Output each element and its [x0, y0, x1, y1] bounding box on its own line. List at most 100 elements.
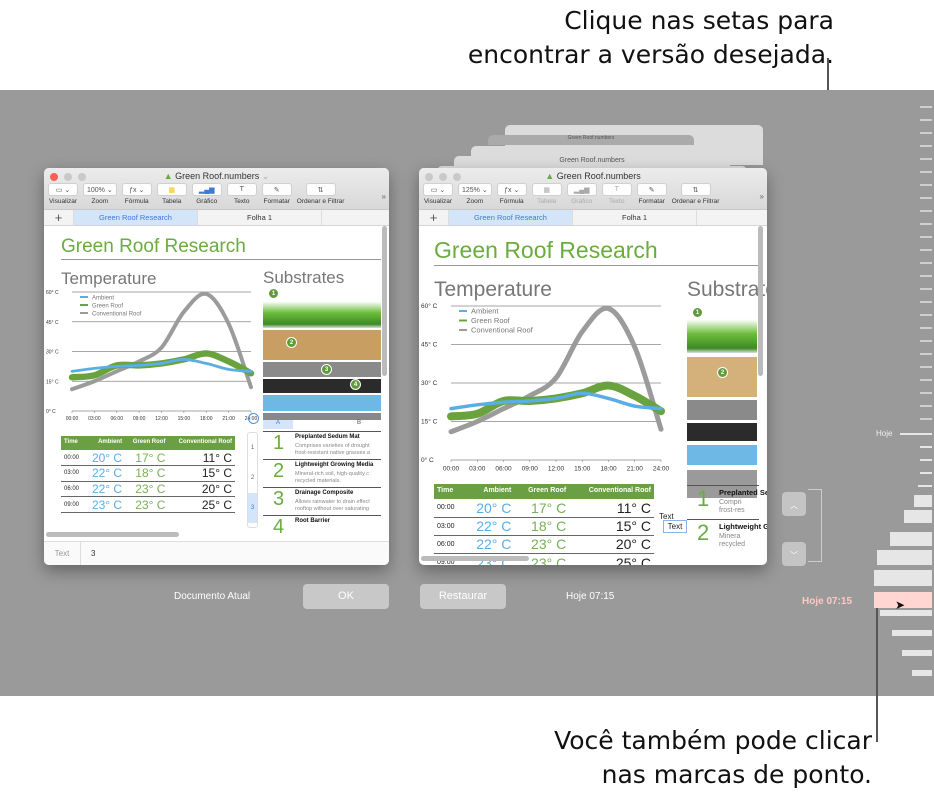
toolbar-overflow-icon[interactable]: »	[382, 192, 386, 201]
timeline-tick[interactable]	[920, 145, 932, 147]
row-number[interactable]: 1	[248, 433, 257, 463]
tab-green-roof-research[interactable]: Green Roof Research	[449, 210, 573, 225]
temperature-chart[interactable]: 0° C 15° C 30° C 45° C 60° C 00:00 03:00 06:00 0…	[419, 298, 669, 478]
column-header[interactable]: Ambient	[463, 484, 515, 499]
substrates-image[interactable]: 1 2	[687, 305, 757, 505]
substrate-row[interactable]: 2 Lightweight Growing MediaMinerarecycled	[687, 519, 767, 553]
timeline-tick[interactable]	[920, 249, 932, 251]
timeline-version-mark[interactable]	[912, 670, 932, 676]
timeline-tick[interactable]	[920, 132, 932, 134]
temperature-table[interactable]: Time Ambient Green Roof Conventional Roof 00…	[434, 484, 654, 565]
tab-folha-1[interactable]: Folha 1	[198, 210, 322, 225]
series-line-green-roof[interactable]	[447, 381, 665, 421]
timeline-tick[interactable]	[920, 340, 932, 342]
stacked-version-window[interactable]: Green Roof.numbers	[488, 135, 694, 145]
table-cell[interactable]: 20° C	[84, 450, 126, 467]
column-a[interactable]: A	[263, 420, 293, 429]
table-cell[interactable]: 20° C	[168, 481, 235, 498]
ok-button[interactable]: OK	[303, 584, 389, 609]
timeline-version-mark[interactable]	[902, 650, 932, 656]
column-header[interactable]: Time	[61, 436, 85, 450]
substrate-row[interactable]: 1 Preplanted Sedum MatComprifrost-res	[687, 485, 767, 519]
table-cell[interactable]: 25° C	[569, 553, 654, 565]
toolbar-overflow-icon[interactable]: »	[760, 192, 764, 201]
timeline-tick[interactable]	[920, 210, 932, 212]
timeline-tick[interactable]	[920, 223, 932, 225]
column-header[interactable]: Conventional Roof	[569, 484, 654, 499]
timeline-tick[interactable]	[920, 184, 932, 186]
column-header[interactable]: Green Roof	[514, 484, 570, 499]
toolbar-view-button[interactable]: ▭ ⌄ Visualizar	[48, 183, 78, 205]
sheet-canvas[interactable]: Green Roof Research Temperature Substrat…	[419, 226, 767, 565]
toolbar-view-button[interactable]: ▭ ⌄ Visualizar	[423, 183, 453, 205]
row-number[interactable]: 3	[248, 493, 257, 523]
table-cell[interactable]: 18° C	[125, 465, 169, 482]
column-header[interactable]: Green Roof	[125, 436, 169, 450]
timeline-tick[interactable]	[920, 418, 932, 420]
toolbar-zoom-button[interactable]: 125% ⌄ Zoom	[458, 183, 492, 205]
substrate-row[interactable]: 4 Root Barrier	[263, 515, 381, 541]
table-cell[interactable]: 22° C	[463, 535, 515, 555]
timeline-tick[interactable]	[920, 353, 932, 355]
toolbar-formula-button[interactable]: ƒx ⌄ Fórmula	[121, 183, 152, 205]
timeline-tick[interactable]	[920, 301, 932, 303]
timeline-tick[interactable]	[920, 197, 932, 199]
table-cell[interactable]: 15° C	[569, 517, 654, 536]
temperature-table[interactable]: Time Ambient Green Roof Conventional Roof 00…	[61, 436, 235, 513]
timeline-tick[interactable]	[920, 119, 932, 121]
tab-green-roof-research[interactable]: Green Roof Research	[74, 210, 198, 225]
timeline-tick[interactable]	[920, 366, 932, 368]
table-cell[interactable]: 20° C	[569, 535, 654, 555]
table-cell[interactable]: 22° C	[463, 517, 515, 536]
table-cell[interactable]: 17° C	[125, 450, 169, 467]
toolbar-sort-filter-button[interactable]: ⇅ Ordenar e Filtrar	[297, 183, 344, 205]
timeline-tick[interactable]	[920, 171, 932, 173]
table-cell[interactable]: 00:00	[61, 450, 85, 467]
timeline-version-mark[interactable]	[880, 610, 932, 616]
table-cell[interactable]: 17° C	[514, 499, 570, 518]
timeline-tick[interactable]	[920, 106, 932, 108]
toolbar-table-button[interactable]: ▦ Tabela	[156, 183, 187, 205]
chart-handle-icon[interactable]	[248, 413, 259, 424]
timeline-tick[interactable]	[920, 262, 932, 264]
timeline-tick[interactable]	[920, 379, 932, 381]
table-cell[interactable]: 06:00	[434, 535, 464, 555]
timeline-version-mark[interactable]	[892, 630, 932, 636]
substrate-row[interactable]: 3 Drainage Composite Allows rainwater to d…	[263, 487, 381, 515]
table-cell[interactable]: 23° C	[125, 481, 169, 498]
temperature-chart[interactable]: 0° C 15° C 30° C 45° C 60° C 00:00 03:00 06:00 0…	[44, 284, 259, 429]
toolbar-chart-button[interactable]: ▂▄▆ Gráfico	[191, 183, 222, 205]
table-cell[interactable]: 06:00	[61, 481, 85, 498]
timeline-version-mark[interactable]	[877, 550, 932, 565]
current-document-window[interactable]: ▲ Green Roof.numbers ⌄ ▭ ⌄ Visualizar 100%…	[44, 168, 389, 565]
row-number[interactable]: 2	[248, 463, 257, 493]
horizontal-scrollbar[interactable]	[421, 556, 529, 561]
timeline-tick[interactable]	[920, 158, 932, 160]
toolbar-format-button[interactable]: ✎ Formatar	[261, 183, 292, 205]
table-cell[interactable]: 18° C	[514, 517, 570, 536]
substrate-row[interactable]: 2 Lightweight Growing Media Mineral-rich s…	[263, 459, 381, 487]
table-cell[interactable]: 11° C	[168, 450, 235, 467]
add-sheet-button[interactable]: +	[419, 210, 449, 225]
table-cell[interactable]: 09:00	[61, 496, 85, 513]
cell-value[interactable]: 3	[81, 549, 95, 558]
timeline-tick[interactable]	[920, 405, 932, 407]
table-cell[interactable]: 23° C	[514, 535, 570, 555]
restore-button[interactable]: Restaurar	[420, 584, 506, 609]
timeline-today-tick[interactable]	[900, 433, 932, 435]
timeline-version-mark[interactable]	[890, 532, 932, 546]
column-b[interactable]: B	[293, 420, 381, 429]
table-cell[interactable]: 22° C	[84, 481, 126, 498]
timeline-tick[interactable]	[920, 314, 932, 316]
table-cell[interactable]: 22° C	[84, 465, 126, 482]
timeline-version-mark[interactable]	[918, 485, 932, 487]
substrates-image[interactable]: 1 2 3 4	[263, 288, 381, 420]
table-cell[interactable]: 11° C	[569, 499, 654, 518]
version-document-window[interactable]: ▲ Green Roof.numbers ▭ ⌄ Visualizar 125% ⌄…	[419, 168, 767, 565]
table-cell[interactable]: 15° C	[168, 465, 235, 482]
table-cell[interactable]: 20° C	[463, 499, 515, 518]
vertical-scrollbar[interactable]	[758, 226, 763, 376]
horizontal-scrollbar[interactable]	[46, 532, 179, 537]
table-cell[interactable]: 03:00	[434, 517, 464, 536]
text-box[interactable]: Text	[663, 520, 687, 533]
